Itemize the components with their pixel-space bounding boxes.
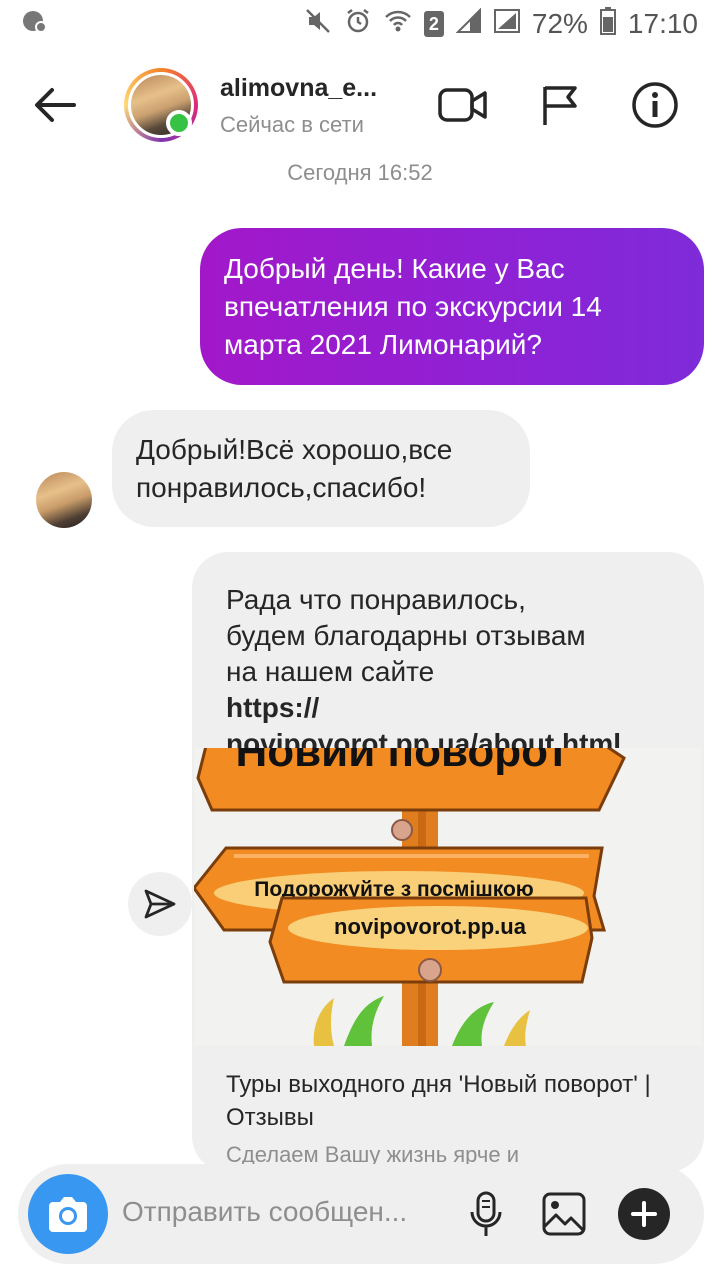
link-preview-image[interactable]: Новий поворот Подорожуйте з посмішкою no… [194, 748, 702, 1046]
message-composer: Отправить сообщен... [18, 1164, 704, 1264]
sim-badge: 2 [423, 11, 444, 37]
online-indicator [166, 110, 192, 136]
notification-icon [22, 8, 48, 41]
battery-percent: 72% [531, 8, 588, 39]
mute-icon [304, 7, 332, 42]
alarm-icon [344, 7, 372, 42]
link-message-body: Рада что понравилось, будем благодарны о… [226, 584, 586, 687]
back-arrow-icon [35, 88, 76, 122]
clock-time: 17:10 [627, 8, 698, 39]
info-button[interactable] [628, 78, 682, 132]
image-icon [542, 1192, 586, 1236]
info-icon [632, 82, 678, 128]
flag-icon [543, 86, 577, 125]
plus-icon [631, 1201, 657, 1227]
sign-line-2: novipovorot.pp.ua [334, 914, 527, 939]
report-button[interactable] [533, 78, 587, 132]
signal-icon-2 [493, 8, 520, 41]
voice-message-button[interactable] [458, 1186, 514, 1242]
outgoing-message[interactable]: Добрый день! Какие у Вас впечатления по … [200, 228, 704, 385]
signal-icon [455, 7, 482, 41]
sender-avatar[interactable] [36, 472, 92, 528]
microphone-icon [470, 1191, 502, 1236]
incoming-message[interactable]: Добрый!Всё хорошо,все понравилось,спасиб… [112, 410, 530, 527]
camera-button[interactable] [28, 1174, 108, 1254]
message-input[interactable]: Отправить сообщен... [122, 1196, 407, 1228]
send-icon [144, 889, 176, 919]
battery-icon [599, 6, 616, 42]
video-call-button[interactable] [436, 78, 490, 132]
status-bar: 2 72% 17:10 [0, 0, 720, 48]
presence-status: Сейчас в сети [220, 112, 364, 137]
gallery-button[interactable] [536, 1186, 592, 1242]
sign-top-text: Новий поворот [235, 748, 568, 776]
link-preview-title[interactable]: Туры выходного дня 'Новый поворот' | Отз… [226, 1068, 676, 1134]
video-camera-icon [438, 88, 487, 122]
more-options-button[interactable] [618, 1188, 670, 1240]
back-button[interactable] [28, 82, 84, 128]
chat-header: alimovna_e... Сейчас в сети [0, 60, 720, 150]
link-message[interactable]: Рада что понравилось, будем благодарны о… [192, 552, 704, 1172]
chat-username[interactable]: alimovna_e... [220, 74, 377, 103]
camera-icon [49, 1197, 87, 1232]
share-button[interactable] [128, 872, 192, 936]
wifi-icon [384, 7, 412, 42]
link-message-text: Рада что понравилось, будем благодарны о… [226, 582, 686, 762]
date-separator: Сегодня 16:52 [287, 160, 433, 185]
